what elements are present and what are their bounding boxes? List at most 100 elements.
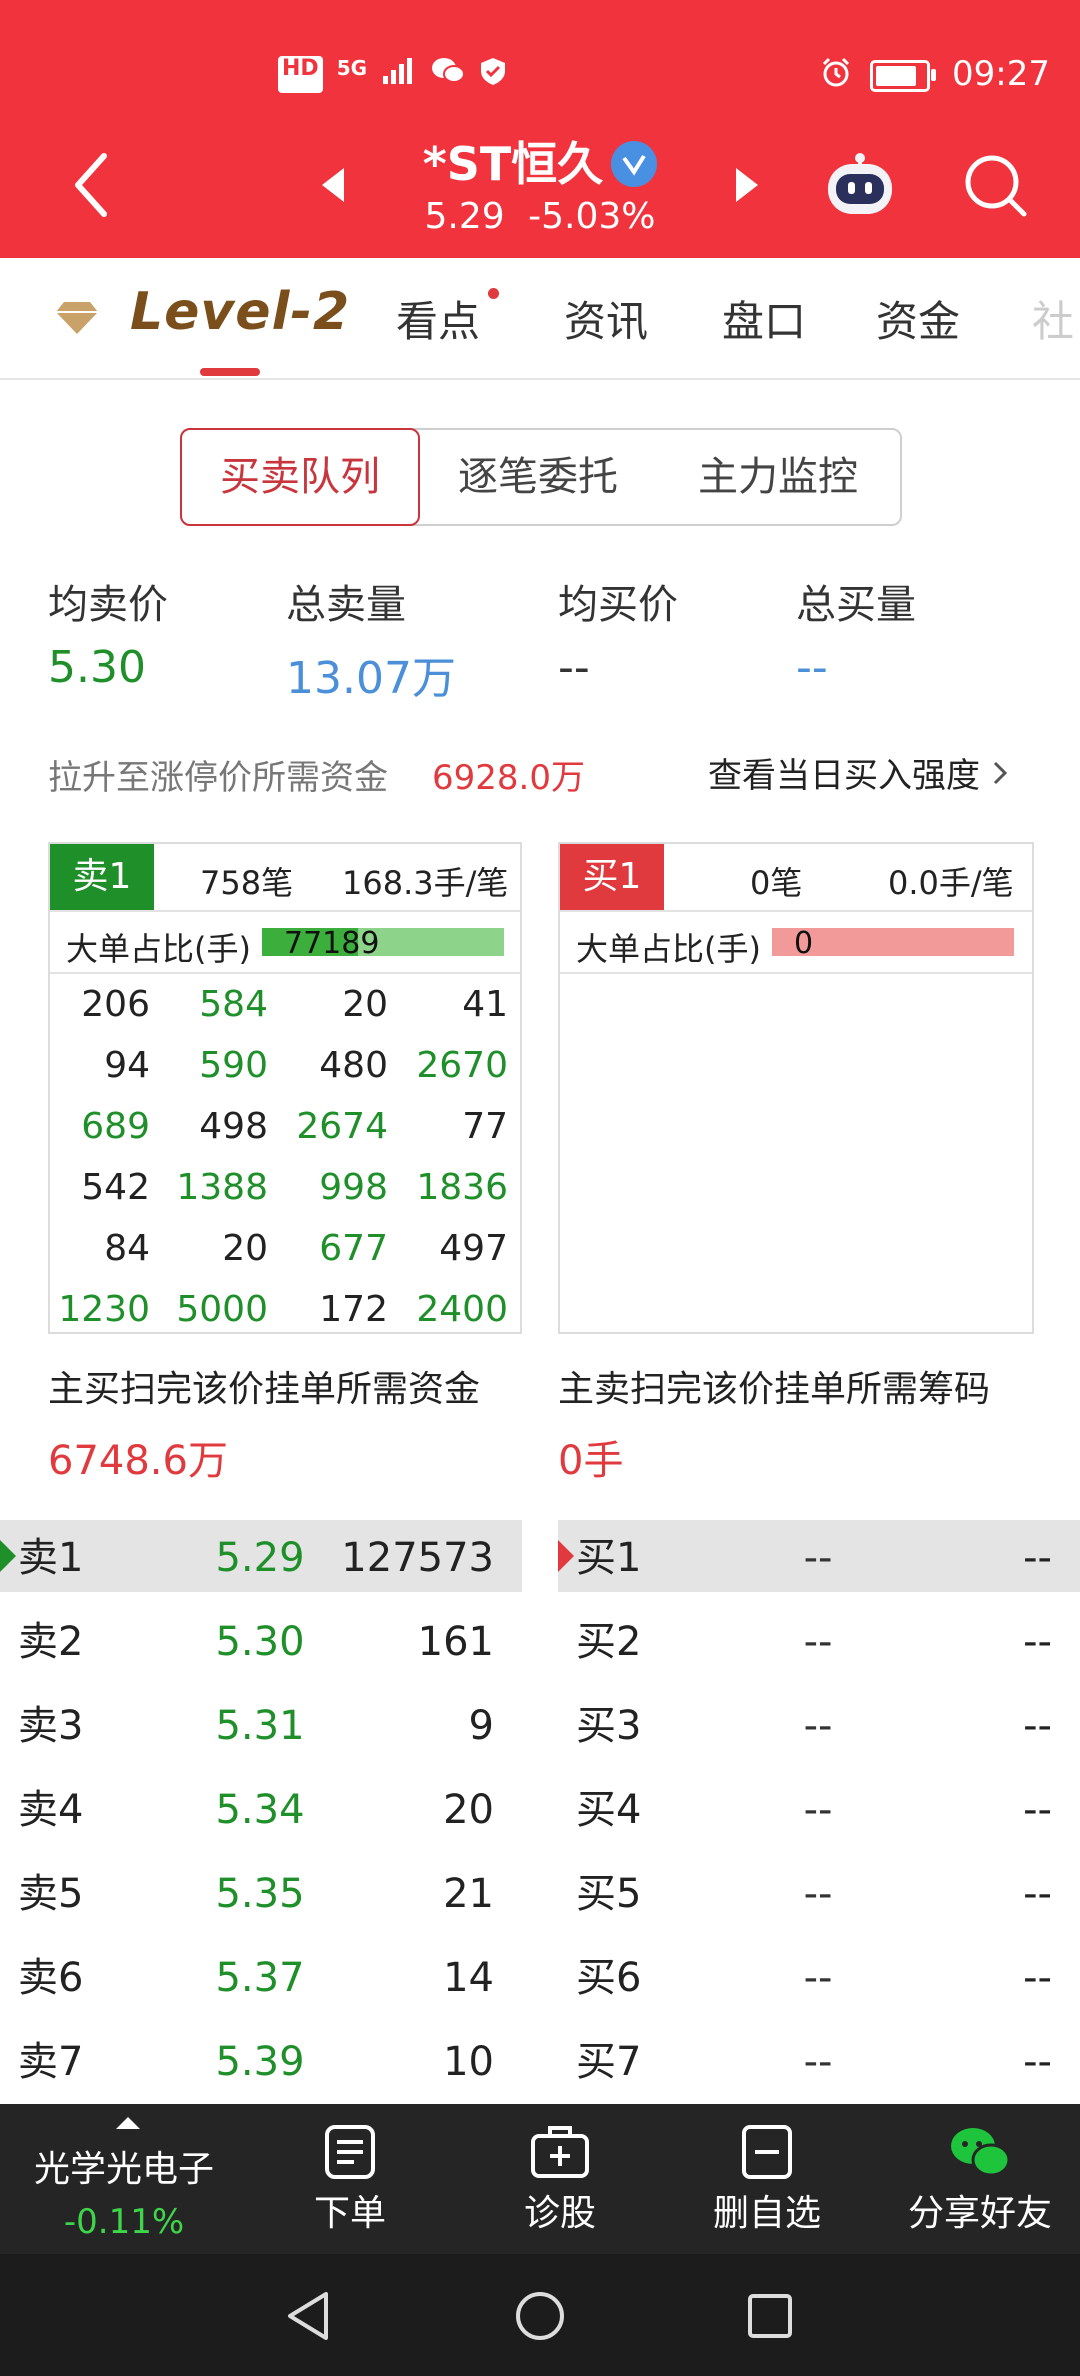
search-icon[interactable] [962,152,1028,222]
buy-level-label: 买6 [576,1955,642,2001]
signal-icon [381,56,417,93]
sell-book-row[interactable]: 卖3 5.31 9 [0,1690,522,1762]
sell-order-cell: 584 [199,984,268,1025]
buy-book-row[interactable]: 买5 -- -- [558,1858,1080,1930]
divider [50,910,520,912]
diamond-icon [56,300,98,340]
bottom-action-bar: 光学光电子 -0.11% 下单 诊股 删自选 分享好友 [0,2104,1080,2254]
buy-strength-link[interactable]: 查看当日买入强度 [708,748,1011,797]
sell-book-row[interactable]: 卖6 5.37 14 [0,1942,522,2014]
place-order-button[interactable]: 下单 [290,2104,410,2236]
sell-level-price: 5.30 [215,1619,305,1665]
tab-pankou[interactable]: 盘口 [722,288,806,349]
sell-order-cell: 20 [342,984,388,1025]
sell-order-cell: 1230 [58,1289,150,1330]
sell-level-price: 5.35 [215,1871,305,1917]
tab-kandian[interactable]: 看点 [396,288,480,349]
sell-level-price: 5.39 [215,2039,305,2085]
nav-back-icon[interactable] [284,2290,332,2346]
buy-level-volume: -- [1023,1955,1052,2001]
caret-up-icon [116,2114,140,2133]
sell-level-price: 5.29 [215,1535,305,1581]
sell1-per-order: 168.3手/笔 [342,864,509,902]
avg-buy-value: -- [558,642,590,693]
buy-book-row[interactable]: 买3 -- -- [558,1690,1080,1762]
segment-main-monitor[interactable]: 主力监控 [658,430,898,524]
hd-icon: HD [278,56,323,93]
buy-big-order-value: 0 [794,926,814,961]
buy-level-price: -- [803,1619,833,1665]
buy-big-order-label: 大单占比(手) [576,930,761,968]
battery-icon [870,59,936,92]
buy-level-price: -- [803,1787,833,1833]
tab-zijin[interactable]: 资金 [876,288,960,349]
buy1-per-order: 0.0手/笔 [888,864,1014,902]
buy-level-price: -- [803,1703,833,1749]
tab-bar: Level-2 看点 资讯 盘口 资金 社 [0,258,1080,380]
buy-level-label: 买2 [576,1619,642,1665]
nav-recents-icon[interactable] [746,2292,794,2344]
buy-book-row[interactable]: 买6 -- -- [558,1942,1080,2014]
diagnose-stock-button[interactable]: 诊股 [500,2104,620,2236]
avg-sell-label: 均卖价 [48,582,168,628]
avg-buy-label: 均买价 [558,582,678,628]
buy-book-row[interactable]: 买4 -- -- [558,1774,1080,1846]
sell-book-row[interactable]: 卖4 5.34 20 [0,1774,522,1846]
sell-order-cell: 94 [104,1045,150,1086]
sell-level-volume: 21 [443,1871,494,1917]
tab-zixun[interactable]: 资讯 [564,288,648,349]
buy-level-label: 买7 [576,2039,642,2085]
stock-title: *ST恒久 [0,128,1080,194]
sector-button[interactable]: 光学光电子 -0.11% [24,2140,224,2242]
buy1-orders: 0笔 [750,864,803,902]
sell-big-order-bar: 77189 [262,926,504,961]
buy-book-row[interactable]: 买7 -- -- [558,2026,1080,2098]
sell-book-row[interactable]: 卖7 5.39 10 [0,2026,522,2098]
sell-order-cell: 77 [462,1106,508,1147]
sell-footer-value: 6748.6万 [48,1438,228,1484]
stock-quote: 5.29 -5.03% [0,196,1080,237]
segment-queue[interactable]: 买卖队列 [180,428,420,526]
sell-level-label: 卖2 [18,1619,84,1665]
stock-name: *ST恒久 [422,137,604,191]
sell-level-volume: 9 [468,1703,494,1749]
buy-level-volume: -- [1023,1871,1052,1917]
sell-order-cell: 498 [199,1106,268,1147]
buy-footer-value: 0手 [558,1438,624,1484]
buy-strength-link-label: 查看当日买入强度 [708,756,980,796]
share-friends-button[interactable]: 分享好友 [900,2104,1060,2236]
sell-book-row[interactable]: 卖5 5.35 21 [0,1858,522,1930]
nav-home-icon[interactable] [514,2290,566,2346]
shield-icon [479,56,507,93]
divider [560,910,1032,912]
buy-level-label: 买1 [576,1535,642,1581]
tab-she[interactable]: 社 [1032,288,1074,349]
divider [50,972,520,974]
sell-order-cell: 5000 [176,1289,268,1330]
sell-level-label: 卖6 [18,1955,84,2001]
buy-book-row[interactable]: 买2 -- -- [558,1606,1080,1678]
buy-footer-label: 主卖扫完该价挂单所需筹码 [558,1369,991,1410]
buy-book-row[interactable]: 买1 -- -- [558,1522,1080,1594]
sell-book-row[interactable]: 卖1 5.29 127573 [0,1522,522,1594]
buy-level-label: 买5 [576,1871,642,1917]
buy-level-price: -- [803,1535,833,1581]
remove-watchlist-button[interactable]: 删自选 [700,2104,834,2236]
notification-dot [488,288,499,299]
stock-price: 5.29 [424,196,505,237]
limit-up-funds-value: 6928.0万 [432,758,585,798]
stock-change: -5.03% [528,196,656,237]
share-friends-label: 分享好友 [907,2193,1052,2234]
robot-assistant-icon[interactable] [822,150,898,224]
sell-level-volume: 14 [443,1955,494,2001]
sell-order-cell: 172 [319,1289,388,1330]
sell-order-cell: 41 [462,984,508,1025]
wechat-icon [431,56,466,93]
sell1-tag: 卖1 [50,844,154,910]
app-header: HD 5G 09:27 *ST恒久 5.29 -5.03% [0,0,1080,258]
sell-book-row[interactable]: 卖2 5.30 161 [0,1606,522,1678]
tab-level2[interactable]: Level-2 [130,282,350,342]
wechat-icon [900,2124,1060,2184]
segment-tick-orders[interactable]: 逐笔委托 [418,430,658,524]
sell-order-cell: 1836 [416,1167,508,1208]
